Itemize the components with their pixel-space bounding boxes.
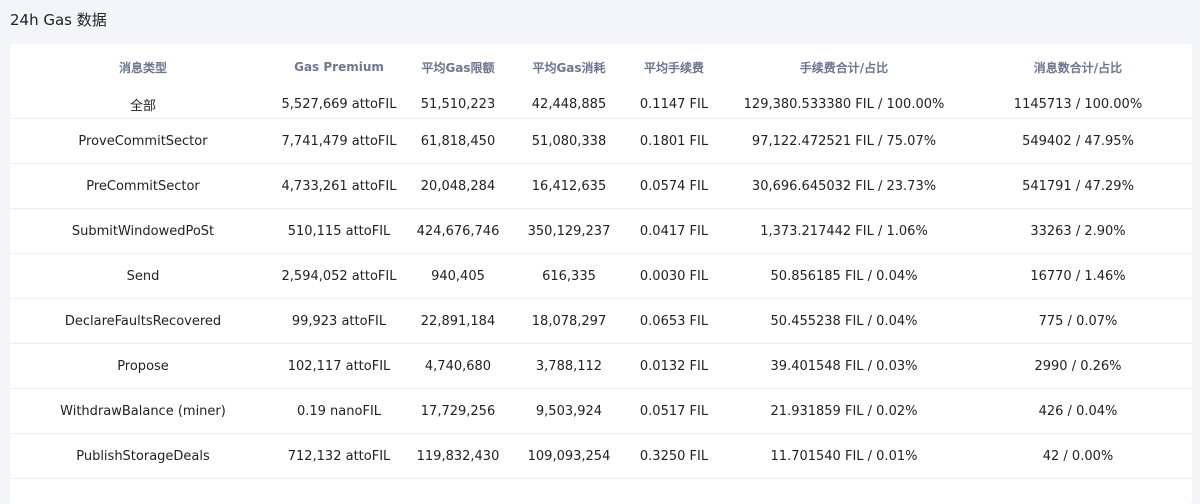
col-header-total-fee: 手续费合计/占比	[799, 60, 889, 75]
cell-gas-premium: 712,132 attoFIL	[276, 433, 402, 479]
table-header-row: 消息类型 Gas Premium 平均Gas限额 平均Gas消耗 平均手续费 手…	[10, 44, 1192, 90]
gas-data-table: 消息类型 Gas Premium 平均Gas限额 平均Gas消耗 平均手续费 手…	[10, 44, 1192, 479]
cell-avg-gas-used: 16,412,635	[514, 163, 624, 209]
cell-avg-gas-limit: 940,405	[402, 253, 514, 299]
table-row: ProveCommitSector 7,741,479 attoFIL 61,818…	[10, 118, 1192, 164]
cell-total-fee: 21.931859 FIL / 0.02%	[724, 388, 964, 434]
cell-avg-fee: 0.0574 FIL	[624, 163, 724, 209]
cell-message-type: SubmitWindowedPoSt	[10, 208, 276, 254]
cell-avg-gas-used: 51,080,338	[514, 118, 624, 164]
cell-avg-gas-limit: 4,740,680	[402, 343, 514, 389]
cell-avg-fee: 0.0132 FIL	[624, 343, 724, 389]
cell-avg-gas-limit: 51,510,223	[402, 90, 514, 119]
cell-total-fee: 97,122.472521 FIL / 75.07%	[724, 118, 964, 164]
table-row: PreCommitSector 4,733,261 attoFIL 20,048,2…	[10, 163, 1192, 209]
cell-avg-gas-limit: 119,832,430	[402, 433, 514, 479]
cell-avg-fee: 0.0653 FIL	[624, 298, 724, 344]
cell-gas-premium: 7,741,479 attoFIL	[276, 118, 402, 164]
col-header-avg-fee: 平均手续费	[643, 60, 704, 75]
page-title: 24h Gas 数据	[10, 11, 107, 29]
cell-avg-fee: 0.1147 FIL	[624, 90, 724, 119]
cell-total-messages: 16770 / 1.46%	[964, 253, 1192, 299]
cell-total-fee: 11.701540 FIL / 0.01%	[724, 433, 964, 479]
col-header-avg-gas-used: 平均Gas消耗	[532, 60, 606, 75]
cell-message-type: ProveCommitSector	[10, 118, 276, 164]
cell-avg-gas-limit: 17,729,256	[402, 388, 514, 434]
cell-total-fee: 50.856185 FIL / 0.04%	[724, 253, 964, 299]
cell-avg-gas-used: 616,335	[514, 253, 624, 299]
cell-total-messages: 541791 / 47.29%	[964, 163, 1192, 209]
cell-gas-premium: 99,923 attoFIL	[276, 298, 402, 344]
cell-gas-premium: 4,733,261 attoFIL	[276, 163, 402, 209]
cell-total-messages: 426 / 0.04%	[964, 388, 1192, 434]
cell-message-type: WithdrawBalance (miner)	[10, 388, 276, 434]
cell-total-fee: 1,373.217442 FIL / 1.06%	[724, 208, 964, 254]
table-row: Propose 102,117 attoFIL 4,740,680 3,788,112…	[10, 343, 1192, 389]
cell-avg-gas-limit: 20,048,284	[402, 163, 514, 209]
cell-avg-gas-limit: 424,676,746	[402, 208, 514, 254]
col-header-total-messages: 消息数合计/占比	[1033, 60, 1123, 75]
cell-message-type: DeclareFaultsRecovered	[10, 298, 276, 344]
cell-avg-fee: 0.0417 FIL	[624, 208, 724, 254]
cell-avg-fee: 0.0517 FIL	[624, 388, 724, 434]
cell-message-type: Propose	[10, 343, 276, 389]
cell-total-messages: 1145713 / 100.00%	[964, 90, 1192, 119]
gas-data-card: 消息类型 Gas Premium 平均Gas限额 平均Gas消耗 平均手续费 手…	[10, 44, 1192, 504]
table-row: 全部 5,527,669 attoFIL 51,510,223 42,448,885 0…	[10, 90, 1192, 119]
cell-total-messages: 33263 / 2.90%	[964, 208, 1192, 254]
cell-total-messages: 42 / 0.00%	[964, 433, 1192, 479]
cell-total-fee: 30,696.645032 FIL / 23.73%	[724, 163, 964, 209]
cell-gas-premium: 2,594,052 attoFIL	[276, 253, 402, 299]
cell-message-type: Send	[10, 253, 276, 299]
cell-avg-gas-limit: 61,818,450	[402, 118, 514, 164]
table-row: Send 2,594,052 attoFIL 940,405 616,335 0.003…	[10, 253, 1192, 299]
cell-gas-premium: 5,527,669 attoFIL	[276, 90, 402, 119]
cell-avg-gas-used: 42,448,885	[514, 90, 624, 119]
cell-avg-fee: 0.3250 FIL	[624, 433, 724, 479]
cell-avg-gas-used: 18,078,297	[514, 298, 624, 344]
cell-total-messages: 2990 / 0.26%	[964, 343, 1192, 389]
cell-avg-gas-used: 350,129,237	[514, 208, 624, 254]
cell-avg-gas-used: 9,503,924	[514, 388, 624, 434]
table-row: PublishStorageDeals 712,132 attoFIL 119,83…	[10, 433, 1192, 479]
cell-message-type: 全部	[10, 90, 276, 119]
cell-avg-gas-used: 109,093,254	[514, 433, 624, 479]
col-header-message-type: 消息类型	[118, 60, 167, 75]
cell-gas-premium: 102,117 attoFIL	[276, 343, 402, 389]
col-header-avg-gas-limit: 平均Gas限额	[421, 60, 495, 75]
cell-total-fee: 50.455238 FIL / 0.04%	[724, 298, 964, 344]
table-row: WithdrawBalance (miner) 0.19 nanoFIL 17,72…	[10, 388, 1192, 434]
cell-total-messages: 775 / 0.07%	[964, 298, 1192, 344]
cell-gas-premium: 0.19 nanoFIL	[276, 388, 402, 434]
col-header-gas-premium: Gas Premium	[294, 60, 384, 74]
cell-avg-gas-used: 3,788,112	[514, 343, 624, 389]
cell-total-messages: 549402 / 47.95%	[964, 118, 1192, 164]
cell-avg-gas-limit: 22,891,184	[402, 298, 514, 344]
cell-gas-premium: 510,115 attoFIL	[276, 208, 402, 254]
table-row: SubmitWindowedPoSt 510,115 attoFIL 424,676…	[10, 208, 1192, 254]
cell-avg-fee: 0.1801 FIL	[624, 118, 724, 164]
cell-total-fee: 129,380.533380 FIL / 100.00%	[724, 90, 964, 119]
cell-total-fee: 39.401548 FIL / 0.03%	[724, 343, 964, 389]
cell-message-type: PublishStorageDeals	[10, 433, 276, 479]
table-row: DeclareFaultsRecovered 99,923 attoFIL 22,8…	[10, 298, 1192, 344]
cell-avg-fee: 0.0030 FIL	[624, 253, 724, 299]
cell-message-type: PreCommitSector	[10, 163, 276, 209]
